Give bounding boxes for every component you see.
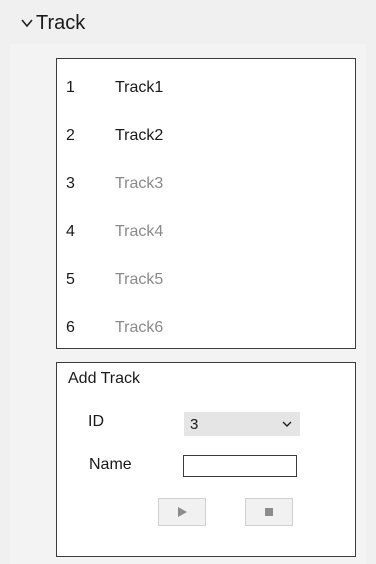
- track-index: 4: [66, 223, 75, 240]
- name-input[interactable]: [183, 455, 297, 477]
- track-index: 2: [66, 127, 75, 144]
- id-label: ID: [88, 413, 104, 430]
- track-name: Track5: [115, 271, 164, 288]
- track-row[interactable]: 4 Track4: [57, 217, 355, 247]
- track-index: 3: [66, 175, 75, 192]
- track-index: 1: [66, 79, 75, 96]
- track-section-header[interactable]: Track: [20, 8, 85, 38]
- id-select-value: 3: [190, 415, 199, 433]
- track-index: 6: [66, 319, 75, 336]
- track-name: Track2: [115, 127, 164, 144]
- track-list: 1 Track1 2 Track2 3 Track3 4 Track4 5 Tr…: [56, 58, 356, 349]
- track-name: Track3: [115, 175, 164, 192]
- chevron-down-icon: [282, 421, 292, 427]
- id-select[interactable]: 3: [184, 412, 300, 436]
- track-row[interactable]: 6 Track6: [57, 313, 355, 343]
- section-title: Track: [36, 11, 86, 34]
- track-row[interactable]: 1 Track1: [57, 73, 355, 103]
- stop-button[interactable]: [245, 498, 293, 526]
- track-row[interactable]: 2 Track2: [57, 121, 355, 151]
- track-name: Track1: [115, 79, 164, 96]
- track-name: Track6: [115, 319, 164, 336]
- track-index: 5: [66, 271, 75, 288]
- add-track-legend: Add Track: [66, 370, 143, 388]
- play-button[interactable]: [158, 498, 206, 526]
- track-row[interactable]: 5 Track5: [57, 265, 355, 295]
- chevron-down-icon: [21, 19, 33, 28]
- stop-icon: [265, 508, 273, 516]
- name-label: Name: [89, 456, 132, 473]
- track-name: Track4: [115, 223, 164, 240]
- track-row[interactable]: 3 Track3: [57, 169, 355, 199]
- play-icon: [178, 507, 187, 517]
